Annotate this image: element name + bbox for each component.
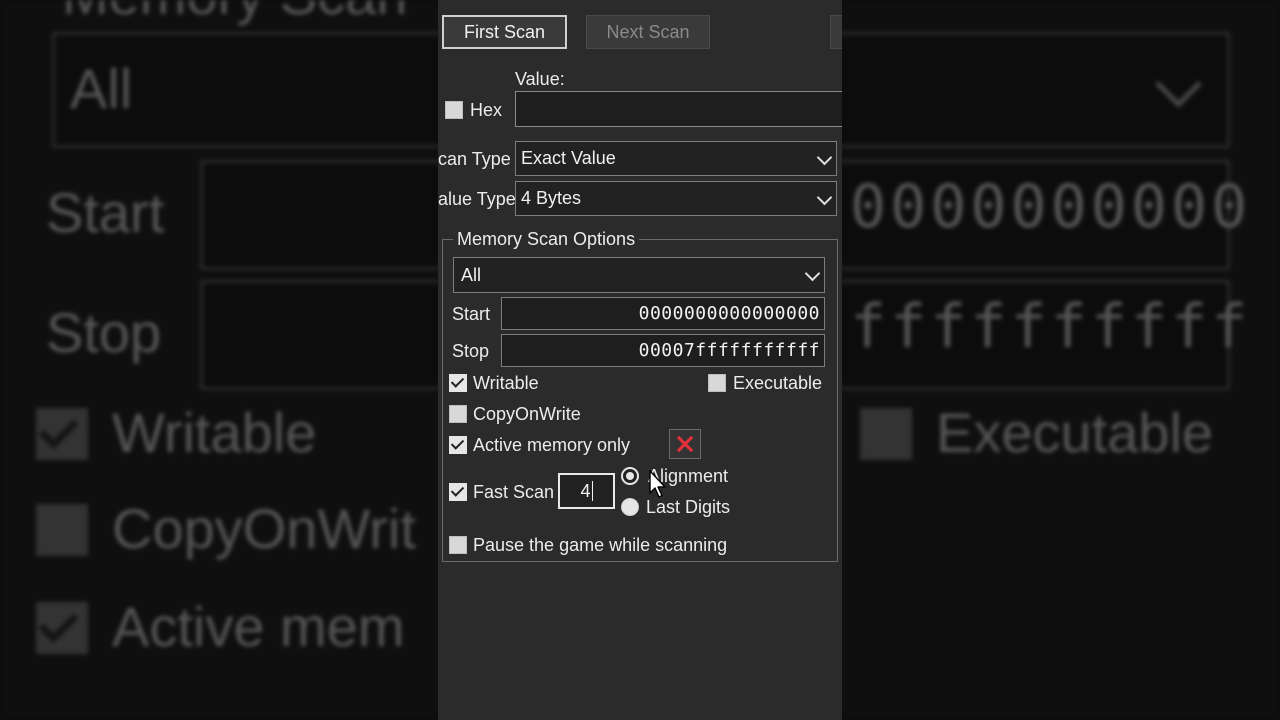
memory-scan-panel: First Scan Next Scan Value: Hex can Type… xyxy=(438,0,842,720)
copyonwrite-checkbox[interactable] xyxy=(449,405,467,423)
stop-address-value: 00007fffffffffff xyxy=(638,340,820,361)
bg-writable-label: Writable xyxy=(112,401,317,464)
fast-scan-alignment-input[interactable]: 4 xyxy=(558,473,615,509)
copyonwrite-label: CopyOnWrite xyxy=(473,404,581,424)
chevron-down-icon xyxy=(816,189,833,205)
active-memory-only-label: Active memory only xyxy=(473,435,631,455)
stop-address-input[interactable]: 00007fffffffffff xyxy=(501,334,825,367)
value-input[interactable] xyxy=(515,91,842,127)
pause-game-label: Pause the game while scanning xyxy=(473,535,728,555)
chevron-down-icon xyxy=(804,265,821,282)
bg-stop-label: Stop xyxy=(46,301,162,364)
bg-active-label: Active mem xyxy=(112,595,405,658)
last-digits-radio[interactable] xyxy=(621,498,639,516)
fast-scan-alignment-value: 4 xyxy=(580,480,591,501)
bg-executable-checkbox xyxy=(860,408,912,460)
bg-copyonwrite-checkbox xyxy=(36,504,88,556)
text-caret xyxy=(591,481,593,501)
alignment-radio[interactable] xyxy=(621,467,639,485)
memory-region-select[interactable]: All xyxy=(453,257,825,293)
first-scan-button[interactable]: First Scan xyxy=(442,15,567,49)
close-icon xyxy=(676,435,694,453)
pause-game-checkbox[interactable] xyxy=(449,536,467,554)
scan-type-label: can Type xyxy=(438,149,511,169)
next-scan-button[interactable]: Next Scan xyxy=(586,15,710,49)
start-address-input[interactable]: 0000000000000000 xyxy=(501,297,825,330)
value-type-select[interactable]: 4 Bytes xyxy=(515,181,837,216)
writable-checkbox[interactable] xyxy=(449,374,467,392)
start-address-value: 0000000000000000 xyxy=(638,303,820,324)
bg-stop-value: ffffffffff xyxy=(850,292,1252,362)
hex-label: Hex xyxy=(470,100,503,120)
undo-scan-button[interactable] xyxy=(830,15,842,49)
fast-scan-checkbox[interactable] xyxy=(449,483,467,501)
executable-label: Executable xyxy=(733,373,823,393)
bg-active-checkbox xyxy=(36,602,88,654)
bg-title: Memory Scan xyxy=(62,0,407,27)
hex-checkbox[interactable] xyxy=(445,101,463,119)
scan-type-value: Exact Value xyxy=(521,148,616,168)
next-scan-label: Next Scan xyxy=(606,21,690,42)
last-digits-label: Last Digits xyxy=(646,497,731,517)
start-label: Start xyxy=(452,304,491,324)
memory-scan-options-title: Memory Scan Options xyxy=(453,229,640,250)
bg-select-value: All xyxy=(70,57,133,120)
memory-region-value: All xyxy=(461,264,482,285)
chevron-down-icon xyxy=(816,149,833,165)
bg-executable-label: Executable xyxy=(936,401,1214,464)
bg-start-value: 0000000000 xyxy=(850,172,1252,242)
scan-type-select[interactable]: Exact Value xyxy=(515,141,837,176)
clear-button[interactable] xyxy=(669,429,701,459)
value-type-value: 4 Bytes xyxy=(521,188,582,208)
fast-scan-label: Fast Scan xyxy=(473,482,555,502)
writable-label: Writable xyxy=(473,373,539,393)
value-label: Value: xyxy=(515,69,565,89)
active-memory-only-checkbox[interactable] xyxy=(449,436,467,454)
stop-label: Stop xyxy=(452,341,490,361)
bg-writable-checkbox xyxy=(36,408,88,460)
mouse-cursor-icon xyxy=(649,470,666,498)
bg-start-label: Start xyxy=(46,181,165,244)
first-scan-label: First Scan xyxy=(463,21,546,42)
executable-checkbox[interactable] xyxy=(708,374,726,392)
value-type-label: alue Type xyxy=(438,189,516,209)
bg-copyonwrite-label: CopyOnWrit xyxy=(112,497,416,560)
